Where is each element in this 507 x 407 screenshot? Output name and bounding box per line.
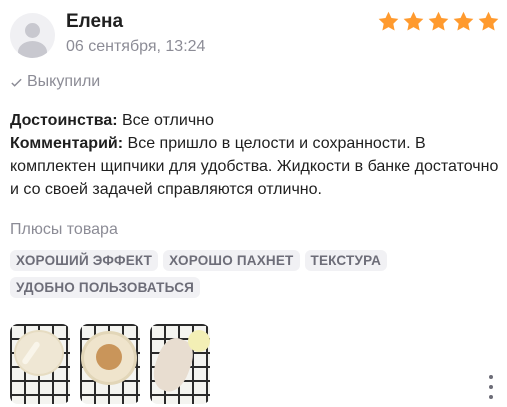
bought-label: Выкупили: [27, 73, 101, 90]
review-header: Елена 06 сентября, 13:24: [10, 10, 500, 60]
tag: УДОБНО ПОЛЬЗОВАТЬСЯ: [10, 277, 201, 298]
tag: ХОРОШО ПАХНЕТ: [163, 250, 300, 271]
tag-list: ХОРОШИЙ ЭФФЕКТ ХОРОШО ПАХНЕТ ТЕКСТУРА УД…: [10, 250, 430, 298]
advantages-line: Достоинства: Все отлично: [10, 109, 500, 132]
photo-thumbnail-jar-open[interactable]: [80, 324, 140, 404]
star-icon: [428, 11, 449, 31]
star-icon: [453, 11, 474, 31]
pluses-title: Плюсы товара: [10, 221, 118, 238]
star-icon: [403, 11, 424, 31]
star-icon: [378, 11, 399, 31]
tag: ХОРОШИЙ ЭФФЕКТ: [10, 250, 159, 271]
rating-stars: [377, 10, 500, 33]
review-text: Достоинства: Все отлично Комментарий: Вс…: [10, 109, 500, 201]
bought-status: Выкупили: [10, 73, 100, 91]
avatar: [10, 13, 55, 58]
check-icon: [11, 78, 22, 87]
photo-gallery: [10, 324, 210, 404]
more-vertical-icon[interactable]: [489, 375, 495, 399]
comment-line: Комментарий: Все пришло в целости и сохр…: [10, 132, 500, 201]
review-date: 06 сентября, 13:24: [66, 38, 206, 55]
advantages-text: Все отлично: [122, 112, 214, 129]
tag: ТЕКСТУРА: [304, 250, 388, 271]
advantages-label: Достоинства:: [10, 112, 118, 129]
photo-thumbnail-pads[interactable]: [150, 324, 210, 404]
comment-label: Комментарий:: [10, 135, 124, 152]
photo-thumbnail-jar-closed[interactable]: [10, 324, 70, 404]
star-icon: [478, 11, 499, 31]
author-name: Елена: [66, 11, 124, 32]
